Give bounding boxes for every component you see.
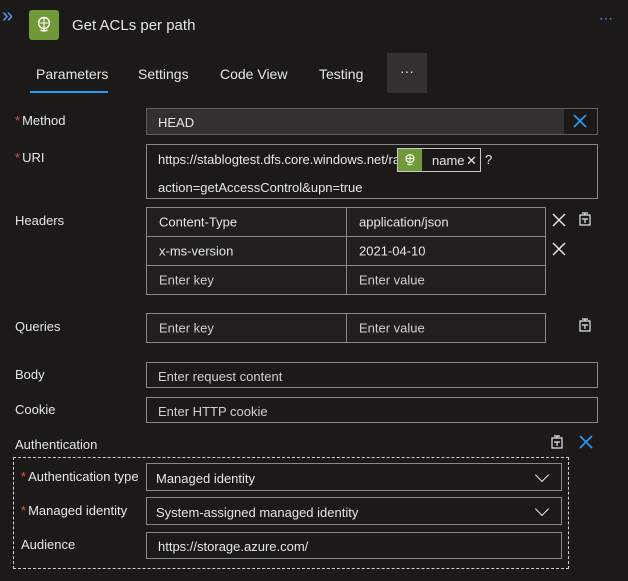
method-field[interactable]: HEAD <box>146 108 598 135</box>
header-value-new[interactable]: Enter value <box>346 265 546 295</box>
action-icon <box>29 10 59 40</box>
globe-icon <box>405 153 415 166</box>
header-key-1[interactable]: Content-Type <box>146 207 347 237</box>
clear-method-button[interactable] <box>564 109 597 134</box>
token-icon <box>398 149 422 171</box>
collapse-panel-icon[interactable]: » <box>2 6 13 26</box>
delete-header-1-icon[interactable] <box>551 212 567 228</box>
remove-authentication-icon[interactable] <box>578 434 594 450</box>
more-options-icon[interactable]: ⋯ <box>599 10 613 27</box>
token-label: name <box>432 153 465 168</box>
remove-token-icon[interactable]: ✕ <box>466 153 477 169</box>
tab-more-button[interactable]: ··· <box>387 53 427 93</box>
delete-header-2-icon[interactable] <box>551 241 567 257</box>
close-icon <box>573 114 587 128</box>
queries-label: Queries <box>15 319 61 334</box>
tab-code-view[interactable]: Code View <box>220 66 287 82</box>
uri-label: * URI <box>15 150 45 165</box>
switch-to-text-mode-icon[interactable] <box>577 211 593 227</box>
tab-testing[interactable]: Testing <box>319 66 363 82</box>
audience-input[interactable]: https://storage.azure.com/ <box>146 532 562 559</box>
authentication-label: Authentication <box>15 437 98 452</box>
header-key-2[interactable]: x-ms-version <box>146 236 347 266</box>
cookie-label: Cookie <box>15 402 56 417</box>
switch-auth-text-mode-icon[interactable] <box>549 434 565 450</box>
managed-identity-label: * Managed identity <box>21 503 128 518</box>
chevron-down-icon <box>534 467 550 483</box>
query-value-new[interactable]: Enter value <box>346 313 546 343</box>
globe-icon <box>37 16 51 32</box>
body-input[interactable]: Enter request content <box>146 362 598 388</box>
header-key-new[interactable]: Enter key <box>146 265 347 295</box>
tab-parameters[interactable]: Parameters <box>36 66 108 82</box>
uri-field[interactable]: https://stablogtest.dfs.core.windows.net… <box>146 144 598 199</box>
authentication-type-label: * Authentication type <box>21 469 139 484</box>
chevron-down-icon <box>534 501 550 517</box>
cookie-input[interactable]: Enter HTTP cookie <box>146 397 598 423</box>
more-icon: ··· <box>400 63 414 79</box>
tab-settings[interactable]: Settings <box>138 66 189 82</box>
header-value-2[interactable]: 2021-04-10 <box>346 236 546 266</box>
method-label: * Method <box>15 113 66 128</box>
body-label: Body <box>15 367 45 382</box>
managed-identity-dropdown[interactable]: System-assigned managed identity <box>146 497 562 525</box>
action-title[interactable]: Get ACLs per path <box>72 17 195 34</box>
headers-label: Headers <box>15 213 65 228</box>
audience-label: Audience <box>21 537 76 552</box>
tab-selected-underline <box>30 91 108 93</box>
dynamic-content-token[interactable]: name ✕ <box>397 148 481 172</box>
authentication-type-dropdown[interactable]: Managed identity <box>146 463 562 491</box>
query-key-new[interactable]: Enter key <box>146 313 347 343</box>
switch-queries-text-mode-icon[interactable] <box>577 317 593 333</box>
header-value-1[interactable]: application/json <box>346 207 546 237</box>
